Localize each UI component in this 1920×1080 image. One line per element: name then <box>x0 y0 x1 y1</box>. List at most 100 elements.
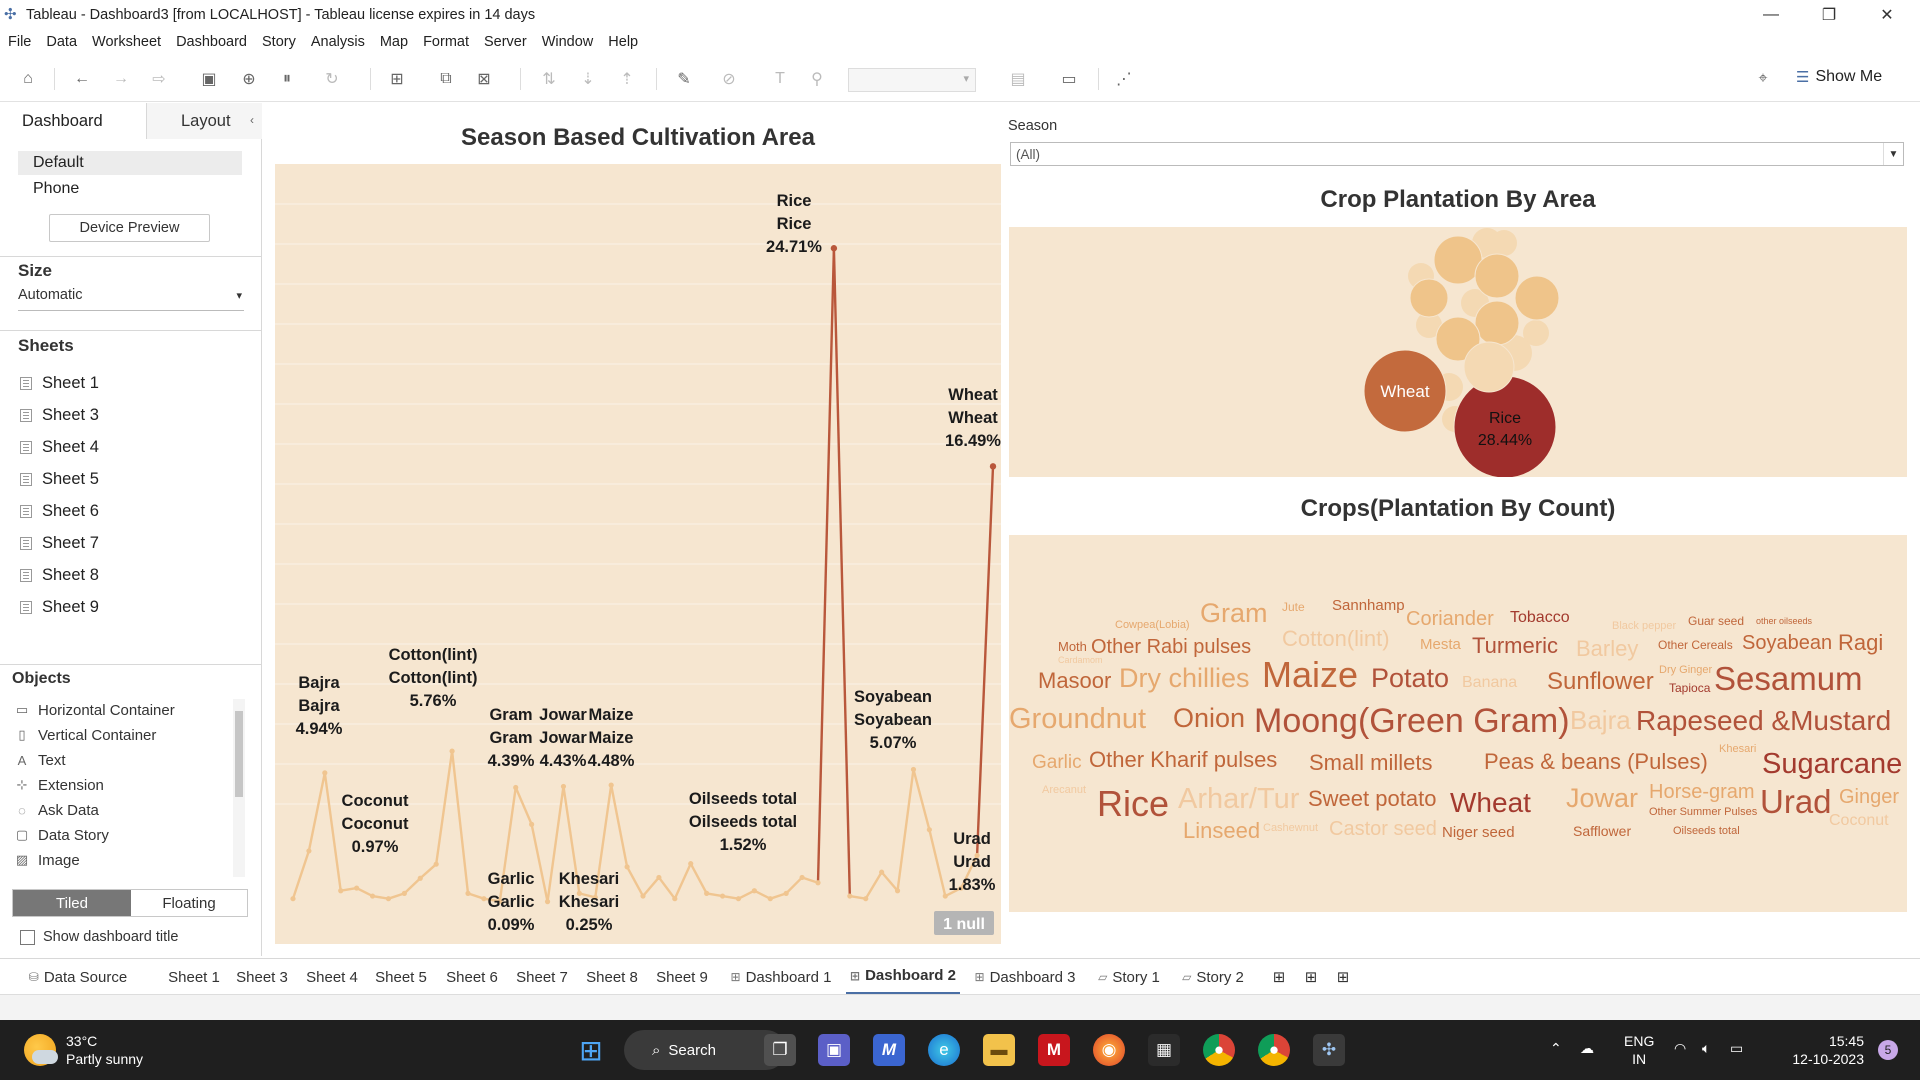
word-cloud-word[interactable]: Cashewnut <box>1263 823 1318 834</box>
sheet-tab-story-1[interactable]: ▱ Story 1 <box>1092 959 1166 995</box>
bubble-soyabean[interactable] <box>1474 253 1520 299</box>
new-story-icon[interactable]: ⊞ <box>1330 959 1356 995</box>
show-cards-icon[interactable]: ▤ <box>1007 68 1029 90</box>
word-cloud-word[interactable]: Safflower <box>1573 824 1631 838</box>
onedrive-icon[interactable]: ☁ <box>1580 1040 1594 1057</box>
line-chart[interactable]: Bajra Bajra 4.94% Coconut Coconut 0.97% Cotton… <box>275 164 1001 944</box>
menu-story[interactable]: Story <box>262 34 296 50</box>
data-point[interactable] <box>608 782 614 788</box>
sheet-tab-sheet-8[interactable]: Sheet 8 <box>580 959 644 995</box>
floating-button[interactable]: Floating <box>131 890 247 916</box>
windows-start-icon[interactable]: ⊞ <box>575 1034 607 1066</box>
clock-time[interactable]: 15:45 <box>1780 1032 1864 1050</box>
word-cloud-word[interactable]: Turmeric <box>1472 635 1558 657</box>
weather-widget[interactable]: 33°C Partly sunny <box>24 1032 143 1068</box>
sheet-tab-story-2[interactable]: ▱ Story 2 <box>1172 959 1254 995</box>
share-icon[interactable]: ⋰ <box>1113 68 1135 90</box>
volume-icon[interactable]: 🔈︎ <box>1702 1040 1710 1057</box>
pause-updates-icon[interactable]: ⏸ <box>276 68 298 90</box>
device-phone[interactable]: Phone <box>18 177 242 201</box>
menu-server[interactable]: Server <box>484 34 527 50</box>
objects-scrollbar-thumb[interactable] <box>235 711 243 797</box>
swap-icon[interactable]: ⇅ <box>538 68 560 90</box>
data-point[interactable] <box>847 893 853 899</box>
data-point[interactable] <box>385 896 392 902</box>
bubble-chart[interactable]: Rice 28.44% Wheat <box>1009 227 1907 479</box>
word-cloud-word[interactable]: Groundnut <box>1009 705 1146 734</box>
battery-icon[interactable]: ▭ <box>1730 1040 1743 1057</box>
word-cloud-word[interactable]: Rice <box>1097 786 1169 822</box>
clock-date[interactable]: 12-10-2023 <box>1780 1050 1864 1068</box>
collapse-pane-icon[interactable]: ‹ <box>250 113 254 127</box>
chrome-profile-icon[interactable]: ● <box>1258 1034 1290 1066</box>
sort-ascending-icon[interactable]: ⇣ <box>577 68 599 90</box>
file-explorer-icon[interactable]: ▬ <box>983 1034 1015 1066</box>
word-cloud-word[interactable]: Ginger <box>1839 787 1899 807</box>
sheet-tab-sheet-3[interactable]: Sheet 3 <box>230 959 294 995</box>
word-cloud-word[interactable]: Castor seed <box>1329 819 1437 839</box>
data-point[interactable] <box>465 890 471 896</box>
menu-dashboard[interactable]: Dashboard <box>176 34 247 50</box>
word-cloud-word[interactable]: Dry Ginger <box>1659 665 1712 676</box>
restore-button[interactable]: ❐ <box>1800 0 1858 30</box>
word-cloud-word[interactable]: Moong(Green Gram) <box>1254 704 1570 738</box>
data-point[interactable] <box>369 893 376 899</box>
object-extension[interactable]: ⊹ Extension <box>14 774 104 796</box>
null-indicator[interactable]: 1 null <box>934 911 994 935</box>
bubble-small[interactable] <box>1491 230 1517 256</box>
format-painter-icon[interactable]: ⌖ <box>1752 68 1774 90</box>
highlight-icon[interactable]: ✎ <box>673 68 695 90</box>
new-worksheet-icon[interactable]: ⊞ <box>1266 959 1292 995</box>
word-cloud-word[interactable]: Barley <box>1576 638 1638 660</box>
refresh-icon[interactable]: ↻ <box>321 68 343 90</box>
word-cloud-word[interactable]: Jowar <box>1566 785 1638 812</box>
data-point[interactable] <box>560 783 567 790</box>
data-point[interactable] <box>688 861 694 867</box>
word-cloud-word[interactable]: Potato <box>1371 665 1449 692</box>
word-cloud-word[interactable]: Tapioca <box>1669 682 1710 694</box>
undo-icon[interactable]: ← <box>71 68 93 90</box>
data-point[interactable] <box>815 880 821 886</box>
menu-window[interactable]: Window <box>542 34 594 50</box>
minimize-button[interactable]: — <box>1742 0 1800 30</box>
word-cloud-word[interactable]: Other Summer Pulses <box>1649 807 1757 818</box>
sheet-item-6[interactable]: Sheet 6 <box>20 499 99 523</box>
data-point[interactable] <box>338 888 344 894</box>
word-cloud-word[interactable]: Horse-gram <box>1649 782 1755 802</box>
data-point[interactable] <box>306 848 312 854</box>
sheet-item-9[interactable]: Sheet 9 <box>20 595 99 619</box>
word-cloud-word[interactable]: Sesamum <box>1714 662 1863 695</box>
data-point[interactable] <box>354 885 360 891</box>
data-point[interactable] <box>863 896 869 902</box>
redo-icon[interactable]: → <box>110 68 132 90</box>
data-point[interactable] <box>401 890 407 896</box>
data-point[interactable] <box>624 864 630 870</box>
word-cloud-word[interactable]: Moth <box>1058 640 1087 653</box>
chrome-icon[interactable]: ● <box>1203 1034 1235 1066</box>
show-me-button[interactable]: ☰ Show Me <box>1796 68 1882 86</box>
data-point[interactable] <box>910 766 917 773</box>
tableau-taskbar-icon[interactable]: ✣ <box>1313 1034 1345 1066</box>
duplicate-icon[interactable]: ⧉ <box>435 68 457 90</box>
sheet-tab-sheet-7[interactable]: Sheet 7 <box>510 959 574 995</box>
word-cloud-word[interactable]: Banana <box>1462 675 1517 691</box>
sheet-tab-sheet-1[interactable]: Sheet 1 <box>162 959 226 995</box>
sheet-item-4[interactable]: Sheet 4 <box>20 435 99 459</box>
wifi-icon[interactable]: ◠ <box>1674 1040 1686 1057</box>
language-indicator[interactable]: ENG <box>1624 1032 1654 1050</box>
chevron-down-icon[interactable]: ▼ <box>1883 143 1903 165</box>
word-cloud-word[interactable]: Black pepper <box>1612 621 1676 632</box>
notification-badge[interactable]: 5 <box>1878 1040 1898 1060</box>
data-point[interactable] <box>942 893 948 899</box>
season-filter-dropdown[interactable]: (All) ▼ <box>1010 142 1904 166</box>
tab-layout[interactable]: Layout <box>146 103 262 139</box>
object-image[interactable]: ▨ Image <box>14 849 80 871</box>
vscode-icon[interactable]: M <box>873 1034 905 1066</box>
task-view-icon[interactable]: ❐ <box>764 1034 796 1066</box>
word-cloud-word[interactable]: Maize <box>1262 657 1358 693</box>
sheet-tab-dashboard-1[interactable]: ⊞ Dashboard 1 <box>725 959 837 995</box>
sort-descending-icon[interactable]: ⇡ <box>616 68 638 90</box>
new-dashboard-icon[interactable]: ⊞ <box>1298 959 1324 995</box>
word-cloud[interactable]: Cowpea(Lobia) Gram Jute Sannhamp Coriander To… <box>1009 535 1907 912</box>
data-point[interactable] <box>290 896 296 902</box>
